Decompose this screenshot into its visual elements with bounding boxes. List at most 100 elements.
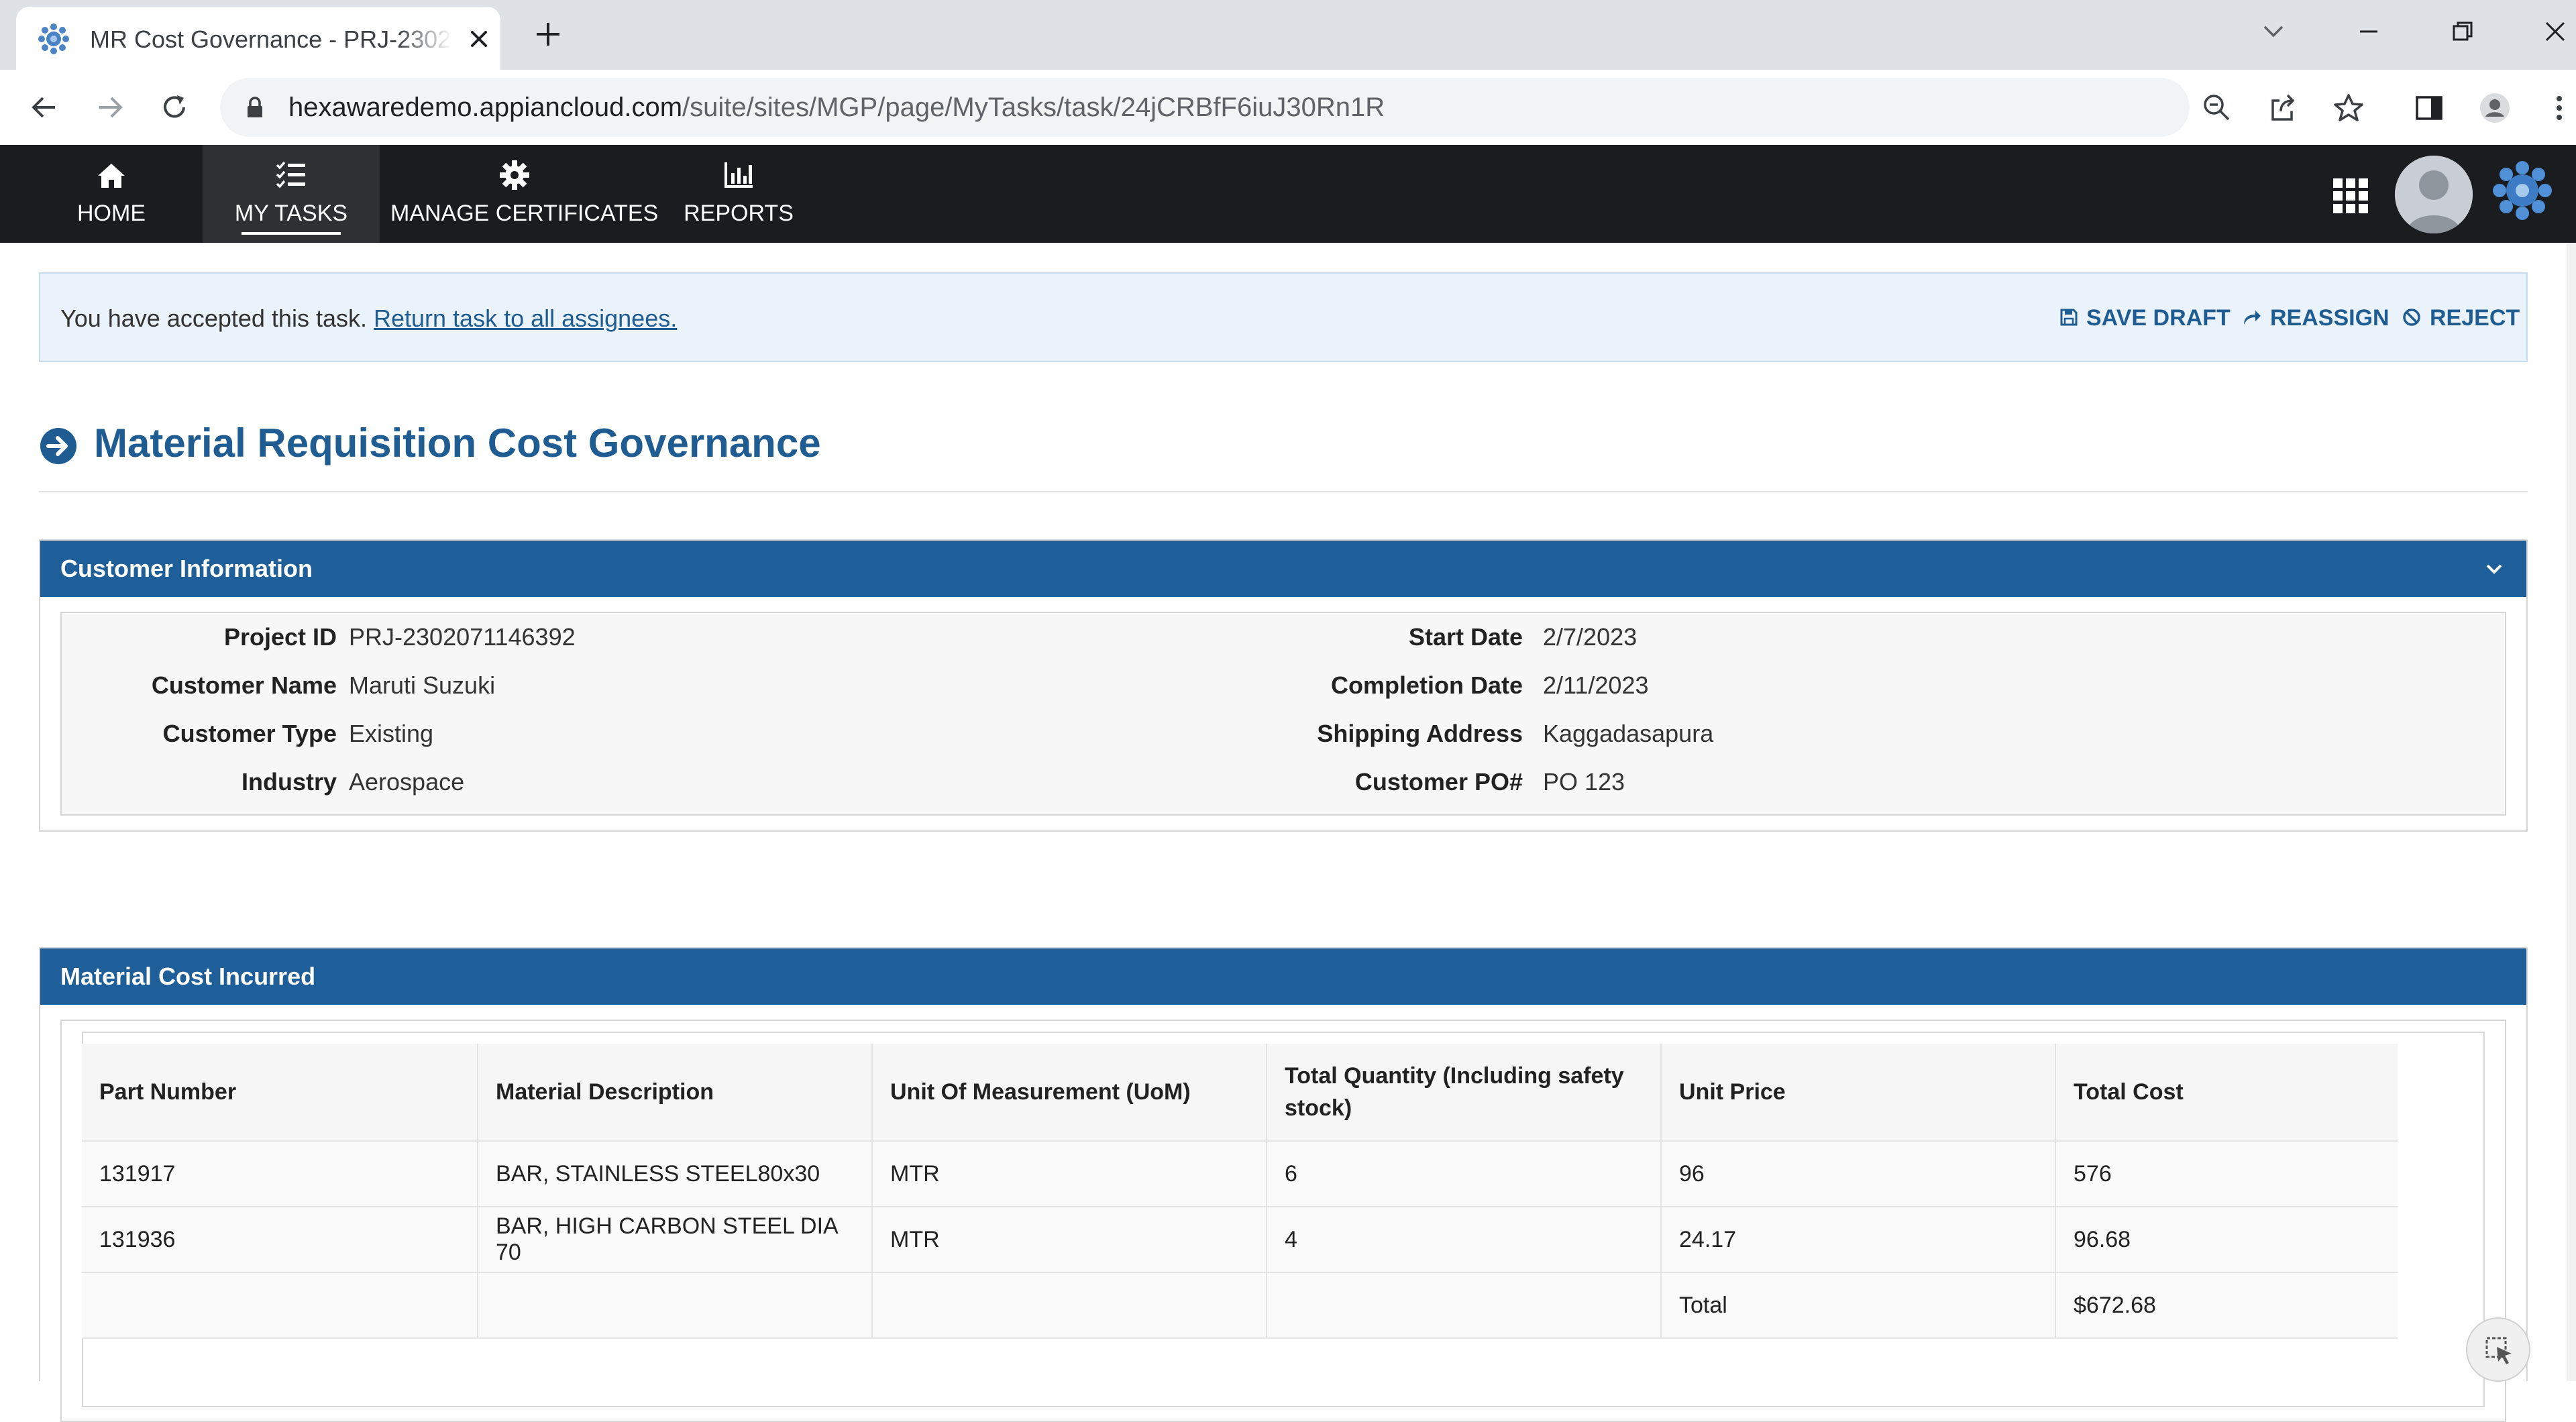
customer-type-label: Customer Type <box>162 720 337 747</box>
share-icon[interactable] <box>2266 91 2300 125</box>
material-cost-box: Part Number Material Description Unit Of… <box>60 1020 2506 1422</box>
new-tab-plus-icon[interactable] <box>531 17 565 51</box>
shipping-address-value: Kaggadasapura <box>1543 720 1714 747</box>
close-window-icon[interactable] <box>2538 15 2572 48</box>
user-avatar[interactable] <box>2395 156 2473 233</box>
industry-value: Aerospace <box>349 768 465 796</box>
address-bar[interactable]: hexawaredemo.appiancloud.com/suite/sites… <box>220 78 2230 137</box>
save-draft-label: SAVE DRAFT <box>2086 305 2231 331</box>
tab-close-icon[interactable] <box>466 25 492 52</box>
cell-total-cost: 96.68 <box>2055 1207 2398 1273</box>
select-cursor-button[interactable] <box>2466 1317 2530 1382</box>
col-total-cost[interactable]: Total Cost <box>2055 1044 2398 1142</box>
customer-name-value: Maruti Suzuki <box>349 671 496 699</box>
app-nav-bar: HOME MY TASKS MANAGE CERTIFICATES REPORT… <box>0 145 2576 243</box>
nav-home-label: HOME <box>77 201 146 226</box>
col-uom[interactable]: Unit Of Measurement (UoM) <box>872 1044 1267 1142</box>
cell-total-cost: 576 <box>2055 1141 2398 1207</box>
project-id-label: Project ID <box>223 623 337 651</box>
url-path: /suite/sites/MGP/page/MyTasks/task/24jCR… <box>682 93 1385 122</box>
material-cost-title: Material Cost Incurred <box>60 963 316 990</box>
bookmark-star-icon[interactable] <box>2332 91 2365 125</box>
chevron-down-icon[interactable] <box>2482 557 2506 581</box>
field-shipping-address: Shipping Address Kaggadasapura <box>1269 719 2477 749</box>
save-icon <box>2059 308 2078 327</box>
cell-total-quantity: 6 <box>1267 1141 1662 1207</box>
customer-name-label: Customer Name <box>151 671 337 699</box>
return-task-link[interactable]: Return task to all assignees. <box>374 305 677 332</box>
page-scrollbar[interactable] <box>2567 243 2576 1381</box>
field-customer-name: Customer Name Maruti Suzuki <box>62 671 1269 700</box>
material-cost-header: Material Cost Incurred <box>40 948 2526 1005</box>
customer-information-header[interactable]: Customer Information <box>40 541 2526 597</box>
col-material-description[interactable]: Material Description <box>478 1044 873 1142</box>
nav-home[interactable]: HOME <box>51 145 172 243</box>
material-cost-section: Material Cost Incurred Part Number Mater… <box>39 947 2528 1422</box>
profile-icon[interactable] <box>2478 91 2512 125</box>
customer-po-label: Customer PO# <box>1354 768 1523 796</box>
browser-tab[interactable]: MR Cost Governance - PRJ-2302071146392 <box>16 7 500 70</box>
nav-manage-certificates[interactable]: MANAGE CERTIFICATES <box>390 145 658 243</box>
browser-toolbar: hexawaredemo.appiancloud.com/suite/sites… <box>0 70 2576 146</box>
forward-arrow-icon[interactable] <box>93 90 127 125</box>
browser-menu-icon[interactable] <box>2542 91 2576 125</box>
reassign-button[interactable]: REASSIGN <box>2242 303 2390 333</box>
reload-icon[interactable] <box>157 90 192 125</box>
field-industry: Industry Aerospace <box>62 767 1269 797</box>
cell-uom: MTR <box>872 1207 1267 1273</box>
app-launcher-grid-icon[interactable] <box>2330 176 2371 216</box>
browser-tab-strip: MR Cost Governance - PRJ-2302071146392 <box>0 0 2576 70</box>
shipping-address-label: Shipping Address <box>1317 720 1523 747</box>
cell-empty <box>82 1272 478 1339</box>
field-start-date: Start Date 2/7/2023 <box>1269 622 2477 652</box>
field-customer-po: Customer PO# PO 123 <box>1269 767 2477 797</box>
notice-message: You have accepted this task. <box>60 305 367 332</box>
col-total-quantity[interactable]: Total Quantity (Including safety stock) <box>1267 1044 1662 1142</box>
arrow-circle-right-icon <box>39 427 78 466</box>
appian-logo-icon[interactable] <box>2490 158 2555 223</box>
cell-unit-price: 24.17 <box>1661 1207 2056 1273</box>
share-arrow-icon <box>2242 308 2262 327</box>
back-arrow-icon[interactable] <box>27 90 62 125</box>
tasks-icon <box>274 158 308 192</box>
customer-type-value: Existing <box>349 720 434 747</box>
nav-my-tasks[interactable]: MY TASKS <box>203 145 380 243</box>
url-host: hexawaredemo.appiancloud.com <box>288 93 683 122</box>
col-part-number[interactable]: Part Number <box>82 1044 478 1142</box>
reassign-label: REASSIGN <box>2270 305 2390 331</box>
cell-part-number: 131917 <box>82 1141 478 1207</box>
material-cost-table: Part Number Material Description Unit Of… <box>82 1044 2398 1339</box>
cell-total-quantity: 4 <box>1267 1207 1662 1273</box>
cell-material-description: BAR, HIGH CARBON STEEL DIA 70 <box>478 1207 873 1273</box>
total-label: Total <box>1661 1272 2056 1339</box>
lock-icon[interactable] <box>243 95 267 119</box>
cell-material-description: BAR, STAINLESS STEEL80x30 <box>478 1141 873 1207</box>
customer-information-title: Customer Information <box>60 555 313 582</box>
nav-reports[interactable]: REPORTS <box>674 145 804 243</box>
field-completion-date: Completion Date 2/11/2023 <box>1269 671 2477 700</box>
customer-po-value: PO 123 <box>1543 768 1625 796</box>
project-id-value: PRJ-2302071146392 <box>349 623 576 651</box>
cell-unit-price: 96 <box>1661 1141 2056 1207</box>
tab-search-chevron-icon[interactable] <box>2257 15 2290 48</box>
minimize-icon[interactable] <box>2352 15 2385 48</box>
completion-date-value: 2/11/2023 <box>1543 671 1649 699</box>
col-unit-price[interactable]: Unit Price <box>1661 1044 2056 1142</box>
reject-button[interactable]: REJECT <box>2402 303 2520 333</box>
field-project-id: Project ID PRJ-2302071146392 <box>62 622 1269 652</box>
restore-window-icon[interactable] <box>2446 15 2479 48</box>
save-draft-button[interactable]: SAVE DRAFT <box>2059 303 2231 333</box>
url-text[interactable]: hexawaredemo.appiancloud.com/suite/sites… <box>288 90 1385 125</box>
notice-text: You have accepted this task. Return task … <box>60 305 677 333</box>
table-total-row: Total $672.68 <box>82 1272 2398 1339</box>
nav-reports-label: REPORTS <box>684 201 794 226</box>
ban-icon <box>2402 307 2422 327</box>
cell-empty <box>872 1272 1267 1339</box>
zoom-icon[interactable] <box>2200 91 2233 123</box>
table-header-row: Part Number Material Description Unit Of… <box>82 1044 2398 1142</box>
side-panel-icon[interactable] <box>2412 91 2446 125</box>
task-accepted-banner: You have accepted this task. Return task … <box>39 272 2528 362</box>
nav-my-tasks-label: MY TASKS <box>234 201 348 226</box>
industry-label: Industry <box>241 768 337 796</box>
field-customer-type: Customer Type Existing <box>62 719 1269 749</box>
